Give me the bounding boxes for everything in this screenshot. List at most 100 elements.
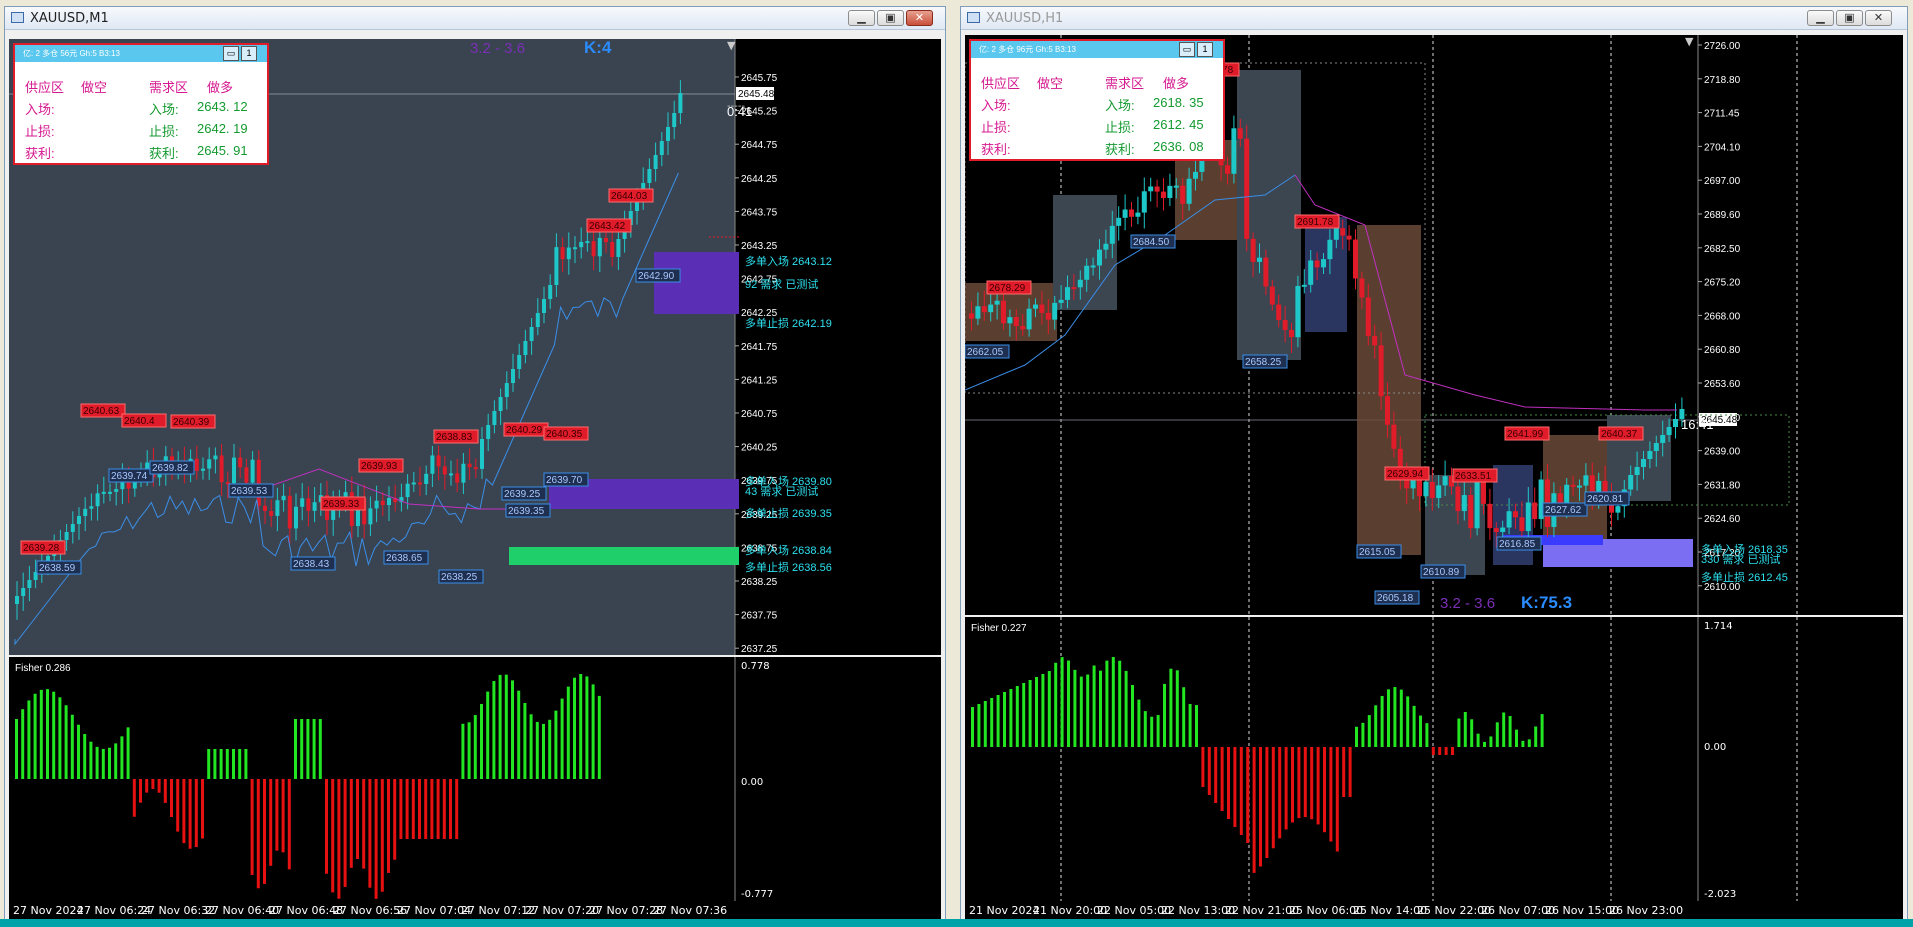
fisher-bar — [393, 779, 397, 860]
candle-body — [207, 459, 212, 469]
demand-zone-label: 需求区 — [149, 80, 189, 95]
trade-info-panel[interactable]: 亿: 2 多仓 56元 Gh:5 B3:13 ▭ 1 供应区 做空 需求区 做多… — [13, 43, 269, 165]
candle-body — [250, 459, 255, 483]
candle-body — [418, 482, 422, 485]
fisher-bar — [573, 677, 576, 779]
time-axis: 21 Nov 2024 21 Nov 20:00 22 Nov 05:00 22 No… — [965, 901, 1903, 919]
zone-label-z1_entry: 多单入场 2643.12 — [745, 254, 832, 268]
fisher-bar — [145, 779, 149, 793]
price-chart-pane[interactable]: 2645.75 2645.25 2644.75 2644.25 2643.75 2643.… — [9, 39, 941, 655]
candle-body — [548, 285, 553, 299]
fisher-bar — [139, 779, 142, 803]
title-bar[interactable]: XAUUSD,H1 ▁ ▣ ✕ — [961, 7, 1907, 30]
chart-window-h1[interactable]: XAUUSD,H1 ▁ ▣ ✕ 2726.00 2718.80 2711.45 270… — [960, 6, 1908, 920]
candle-body — [411, 482, 416, 485]
price-tag-blue: 2639.70 — [546, 475, 583, 486]
fisher-bar — [597, 695, 601, 779]
candle-body — [1474, 478, 1480, 529]
candle-body — [1679, 409, 1685, 419]
candle-body — [1378, 345, 1384, 397]
candle-body — [1231, 128, 1237, 174]
candle-body — [1353, 239, 1358, 279]
fisher-bar — [318, 719, 322, 779]
fisher-bar — [380, 779, 384, 892]
fisher-bar — [225, 749, 229, 779]
fisher-bar — [300, 719, 304, 779]
candle-body — [287, 495, 292, 529]
candle-body — [647, 169, 652, 183]
trade-info-panel[interactable]: 亿: 2 多仓 96元 Gh:5 B3:13 ▭ 1 供应区 做空 需求区 做多… — [969, 39, 1225, 161]
info-panel-status: 亿: 2 多仓 96元 Gh:5 B3:13 — [979, 45, 1076, 54]
candle-body — [1141, 191, 1147, 213]
candle-body — [672, 113, 677, 127]
price-tag-red: 2644.03 — [611, 191, 648, 202]
price-tick-label: 2643.25 — [741, 241, 778, 252]
candle-body — [1180, 185, 1186, 204]
candle-body — [1660, 435, 1666, 443]
fisher-bar — [1195, 705, 1198, 747]
candle-body — [1461, 495, 1467, 512]
fisher-histogram[interactable]: Fisher 0.227 1.714 0.00 -2.023 — [965, 617, 1903, 901]
fisher-bar — [325, 779, 328, 874]
price-tick-label: 2641.25 — [741, 375, 778, 386]
chart-window-m1[interactable]: XAUUSD,M1 ▁ ▣ ✕ 2645.75 2645.25 2644.75 264… — [4, 6, 946, 920]
entry-label-short: 入场: — [25, 102, 55, 117]
candle-body — [480, 439, 484, 469]
fisher-bar — [449, 779, 452, 839]
price-chart-pane[interactable]: 2726.00 2718.80 2711.45 2704.10 2697.00 2689.… — [965, 35, 1903, 615]
candle-body — [1167, 185, 1173, 198]
entry-value: 2643. 12 — [197, 99, 248, 114]
fisher-bar — [1393, 687, 1397, 747]
fisher-bar — [95, 746, 99, 779]
info-panel-page-button[interactable]: 1 — [241, 46, 257, 61]
minimize-button[interactable]: ▁ — [848, 10, 875, 26]
fisher-bar — [250, 779, 254, 875]
fisher-indicator-pane[interactable]: Fisher 0.227 1.714 0.00 -2.023 — [965, 617, 1903, 901]
chart-shift-marker: ▼ — [727, 39, 736, 52]
fisher-bar — [232, 749, 235, 779]
fisher-bar — [1175, 670, 1179, 747]
info-panel-collapse-button[interactable]: ▭ — [1179, 42, 1195, 57]
short-label: 做空 — [81, 80, 108, 95]
fisher-bar — [1342, 747, 1346, 797]
fisher-bar — [1329, 747, 1333, 842]
fisher-indicator-pane[interactable]: Fisher 0.286 0.778 0.00 -0.777 — [9, 657, 941, 901]
candle-body — [64, 532, 69, 540]
close-button[interactable]: ✕ — [1865, 10, 1892, 26]
candle-body — [294, 506, 298, 529]
fisher-bar — [1047, 671, 1051, 747]
price-tag-red: 2678.29 — [989, 283, 1026, 294]
minimize-button[interactable]: ▁ — [1807, 10, 1834, 26]
fisher-bar — [1252, 747, 1256, 873]
candle-body — [424, 473, 429, 485]
fisher-bar — [418, 779, 421, 839]
price-tick-label: 2682.50 — [1704, 244, 1741, 255]
candle-body — [1276, 304, 1282, 321]
fisher-bar — [1303, 747, 1307, 818]
candle-body — [1007, 317, 1013, 324]
maximize-button[interactable]: ▣ — [1836, 10, 1863, 26]
zone-label-tested: 330 需求 已测试 — [1701, 553, 1780, 566]
candle-body — [1634, 467, 1640, 475]
close-button[interactable]: ✕ — [906, 10, 933, 26]
candle-body — [1455, 486, 1461, 512]
candle-body — [1225, 165, 1230, 174]
fisher-histogram[interactable]: Fisher 0.286 0.778 0.00 -0.777 — [9, 657, 941, 901]
fisher-bar — [1015, 686, 1019, 747]
candle-body — [1577, 485, 1582, 488]
fisher-bar — [1278, 747, 1282, 839]
candle-body — [473, 467, 478, 470]
candle-body — [1442, 476, 1448, 486]
fisher-bar — [1028, 680, 1032, 747]
fisher-bar — [1540, 714, 1544, 747]
info-panel-page-button[interactable]: 1 — [1197, 42, 1213, 57]
price-tag-blue: 2658.25 — [1245, 357, 1282, 368]
fisher-bar — [1451, 747, 1454, 755]
bar-countdown: 0:41 — [727, 104, 752, 119]
maximize-button[interactable]: ▣ — [877, 10, 904, 26]
candle-body — [1103, 243, 1109, 250]
info-panel-collapse-button[interactable]: ▭ — [223, 46, 239, 61]
title-bar[interactable]: XAUUSD,M1 ▁ ▣ ✕ — [5, 7, 945, 30]
candle-body — [1263, 257, 1269, 287]
fisher-bar — [64, 705, 68, 779]
